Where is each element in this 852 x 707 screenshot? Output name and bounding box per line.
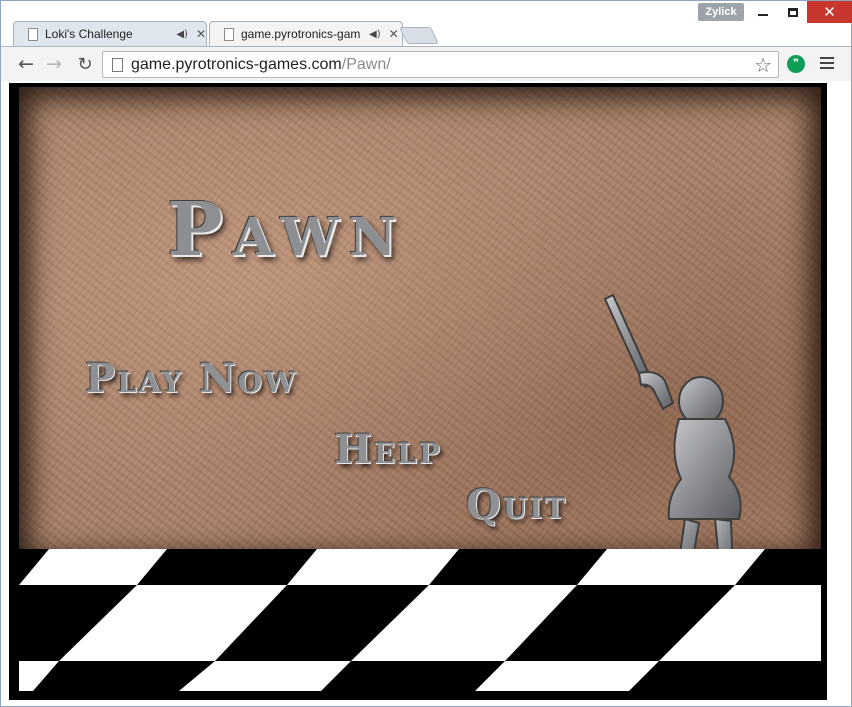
bookmark-star-icon[interactable]: ☆ [754,53,772,77]
page-icon [112,58,123,72]
menu-bar [820,62,834,64]
close-icon: ✕ [823,3,836,21]
maximize-icon [788,7,798,17]
page-favicon-icon [28,27,38,41]
url-path: /Pawn/ [341,56,391,73]
page-favicon-icon [224,27,234,41]
reload-icon: ↻ [77,53,93,75]
back-button[interactable]: ← [14,51,38,77]
quit-button[interactable]: Quit [466,481,567,528]
tab-lokis-challenge[interactable]: Loki's Challenge ◀) ✕ [13,21,207,46]
speaker-icon[interactable]: ◀) [369,29,381,40]
maximize-button[interactable] [780,1,806,23]
browser-window: Zylick ✕ Loki's Challenge ◀) ✕ game.pyro… [0,0,852,707]
new-tab-button[interactable] [399,27,439,44]
tab-close-icon[interactable]: ✕ [196,27,206,41]
tab-title: game.pyrotronics-gam [241,27,361,41]
game-canvas[interactable]: Pawn Play Now Help Quit [9,83,827,700]
tab-close-icon[interactable]: ✕ [389,27,399,41]
speaker-icon[interactable]: ◀) [176,29,188,40]
hangouts-icon[interactable]: ❞ [787,55,805,73]
close-window-button[interactable]: ✕ [807,1,852,23]
tab-title: Loki's Challenge [45,27,133,41]
minimize-button[interactable] [746,1,780,23]
checkerboard-floor [19,549,821,691]
help-button[interactable]: Help [334,426,442,473]
reload-button[interactable]: ↻ [73,51,97,77]
play-now-button[interactable]: Play Now [85,355,297,402]
minimize-icon [758,14,768,16]
forward-button[interactable]: → [42,51,66,77]
profile-badge[interactable]: Zylick [698,3,744,21]
browser-toolbar: ← → ↻ game.pyrotronics-games.com/Pawn/ ☆… [1,46,851,81]
menu-bar [820,67,834,69]
tab-pawn-game[interactable]: game.pyrotronics-gam ◀) ✕ [209,21,403,46]
url-text[interactable]: game.pyrotronics-games.com/Pawn/ [131,56,391,74]
menu-bar [820,57,834,59]
menu-icon[interactable] [820,56,834,70]
titlebar: Zylick ✕ Loki's Challenge ◀) ✕ game.pyro… [1,1,852,47]
game-title: Pawn [167,187,407,273]
url-host: game.pyrotronics-games.com [131,56,342,73]
pawn-character-icon [603,293,753,587]
forward-arrow-icon: → [46,53,62,75]
address-bar[interactable]: game.pyrotronics-games.com/Pawn/ ☆ [102,51,779,78]
back-arrow-icon: ← [18,53,34,75]
